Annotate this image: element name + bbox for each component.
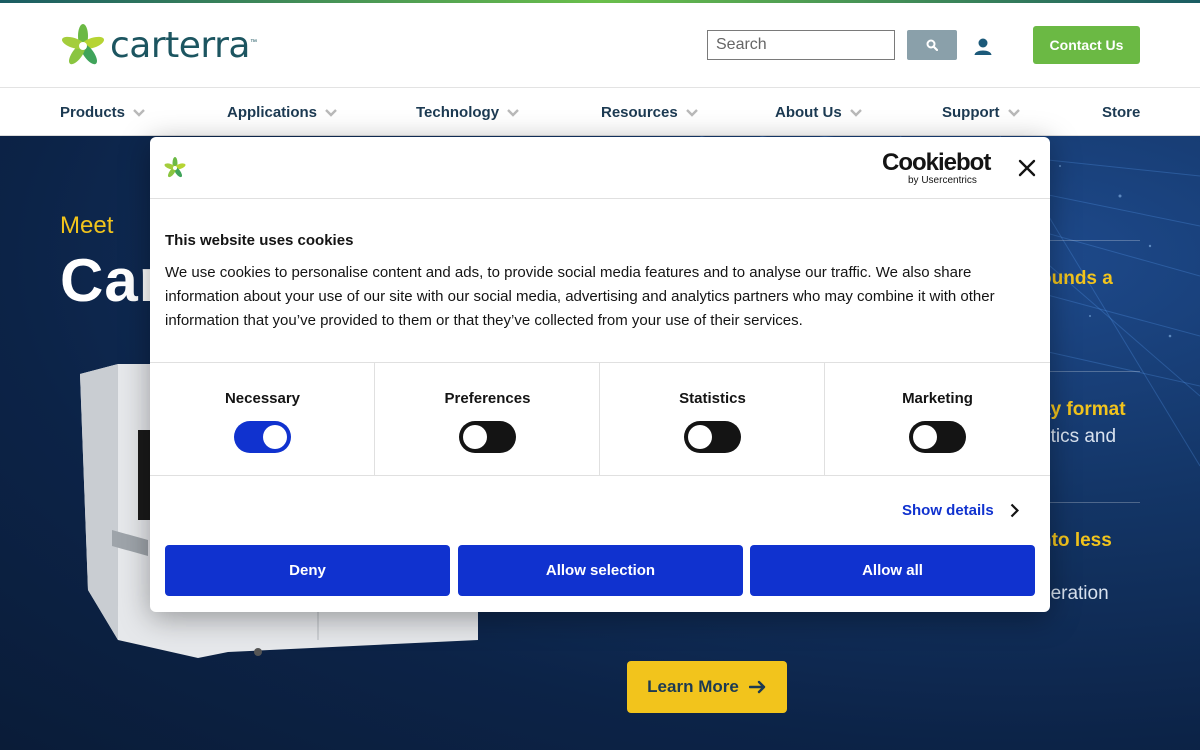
nav-item-support[interactable]: Support — [942, 104, 1020, 121]
nav-item-label: Store — [1102, 104, 1141, 121]
feature-subtext: etics and — [1040, 426, 1117, 447]
cookie-consent-dialog: Cookiebot by Usercentrics This website u… — [150, 137, 1050, 612]
statistics-toggle[interactable] — [684, 421, 741, 453]
site-header: carterra ™ Contact Us — [0, 3, 1200, 88]
cookie-dialog-title: This website uses cookies — [165, 232, 354, 249]
category-label: Statistics — [679, 390, 746, 407]
cookiebot-brand-sub: by Usercentrics — [908, 175, 977, 186]
carterra-star-logo-icon — [61, 24, 105, 65]
nav-item-label: Support — [942, 104, 1000, 121]
nav-item-about-us[interactable]: About Us — [775, 104, 862, 121]
category-label: Necessary — [224, 390, 301, 407]
chevron-down-icon — [849, 108, 862, 117]
allow-selection-button[interactable]: Allow selection — [458, 545, 743, 596]
chevron-down-icon — [325, 108, 337, 117]
nav-item-label: Technology — [416, 104, 500, 121]
nav-item-label: Applications — [227, 104, 318, 121]
logo-trademark: ™ — [249, 39, 257, 46]
category-necessary: Necessary — [150, 363, 375, 475]
main-nav: Products Applications Technology Resourc… — [0, 89, 1200, 136]
feature-highlight: ounds a — [1040, 268, 1113, 289]
chevron-down-icon — [685, 108, 698, 117]
category-marketing: Marketing — [825, 363, 1050, 475]
user-icon[interactable] — [973, 37, 993, 57]
necessary-toggle[interactable] — [234, 421, 291, 453]
arrow-right-icon — [748, 680, 766, 694]
search-button[interactable] — [907, 30, 957, 60]
allow-all-button[interactable]: Allow all — [750, 545, 1035, 596]
deny-button[interactable]: Deny — [165, 545, 450, 596]
toggle-knob — [263, 425, 287, 449]
category-preferences: Preferences — [375, 363, 600, 475]
carterra-logo[interactable]: carterra ™ — [60, 23, 257, 69]
nav-item-label: Products — [60, 104, 126, 121]
category-label: Marketing — [902, 390, 973, 407]
cookiebot-logo: Cookiebot by Usercentrics — [882, 149, 991, 187]
cookie-category-toggles: Necessary Preferences Statistics Marketi… — [150, 362, 1050, 476]
nav-item-technology[interactable]: Technology — [416, 104, 519, 121]
toggle-knob — [463, 425, 487, 449]
logo-wordmark: carterra — [110, 25, 250, 66]
chevron-down-icon — [1007, 108, 1020, 117]
nav-item-store[interactable]: Store — [1102, 104, 1140, 121]
chevron-right-icon — [1010, 503, 1019, 518]
nav-item-resources[interactable]: Resources — [601, 104, 698, 121]
chevron-down-icon — [133, 108, 145, 117]
category-label: Preferences — [444, 390, 531, 407]
hero-eyebrow: Meet — [60, 212, 114, 239]
feature-divider — [1040, 502, 1140, 503]
feature-highlight: nto less — [1040, 530, 1112, 551]
nav-item-applications[interactable]: Applications — [227, 104, 337, 121]
feature-divider — [1040, 371, 1140, 372]
chevron-down-icon — [507, 108, 519, 117]
contact-us-button[interactable]: Contact Us — [1033, 26, 1140, 64]
search-input[interactable] — [707, 30, 895, 60]
search-icon — [926, 39, 938, 51]
hero-title: Car — [60, 247, 164, 314]
marketing-toggle[interactable] — [909, 421, 966, 453]
close-icon[interactable] — [1018, 159, 1036, 177]
show-details-label: Show details — [902, 502, 994, 519]
nav-item-products[interactable]: Products — [60, 104, 145, 121]
feature-highlight: ay format — [1040, 399, 1126, 420]
carterra-star-logo-icon — [164, 157, 186, 178]
cookiebot-brand: Cookiebot — [882, 149, 991, 176]
feature-divider — [1040, 240, 1140, 241]
preferences-toggle[interactable] — [459, 421, 516, 453]
nav-item-label: About Us — [775, 104, 842, 121]
toggle-knob — [688, 425, 712, 449]
feature-subtext: peration — [1040, 583, 1109, 604]
learn-more-button[interactable]: Learn More — [627, 661, 787, 713]
learn-more-label: Learn More — [647, 677, 739, 696]
nav-item-label: Resources — [601, 104, 678, 121]
cookie-dialog-header: Cookiebot by Usercentrics — [150, 137, 1050, 199]
cookie-dialog-text: We use cookies to personalise content an… — [165, 264, 995, 329]
show-details-link[interactable]: Show details — [902, 502, 1019, 519]
category-statistics: Statistics — [600, 363, 825, 475]
toggle-knob — [913, 425, 937, 449]
